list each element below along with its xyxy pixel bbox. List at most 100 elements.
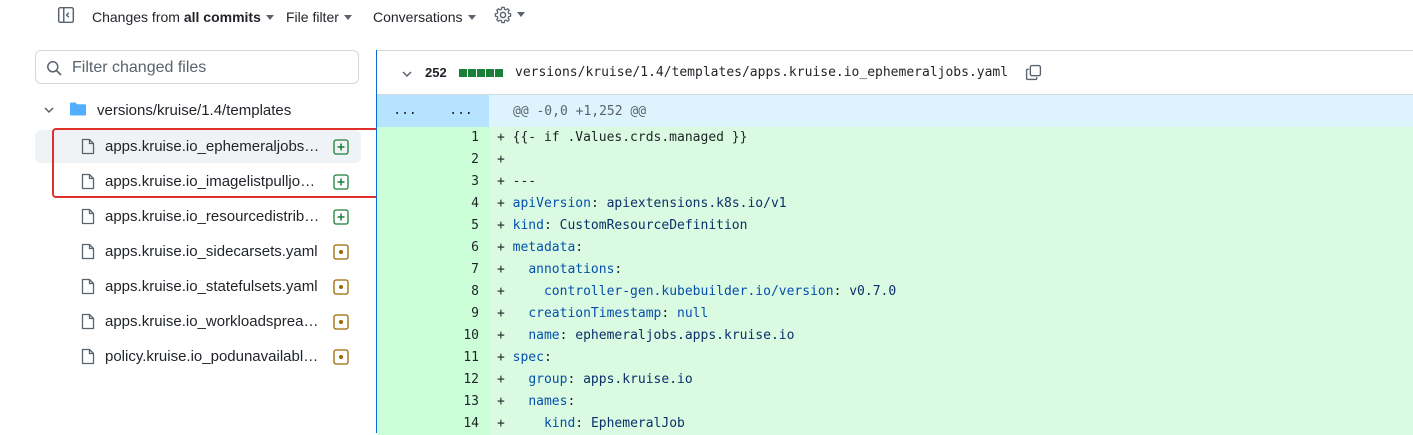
code-token: +	[497, 306, 529, 321]
diff-panel: 252 versions/kruise/1.4/templates/apps.k…	[377, 50, 1413, 435]
code-token: +	[497, 394, 529, 409]
diff-line: 4 + apiVersion: apiextensions.k8s.io/v1	[377, 193, 1413, 215]
file-icon	[81, 173, 95, 190]
file-modified-icon	[333, 279, 349, 295]
sidebar-toggle-icon[interactable]	[57, 6, 75, 24]
caret-down-icon	[265, 15, 274, 20]
code-token: kind	[512, 218, 544, 233]
file-tree-item[interactable]: apps.kruise.io_resourcedistributions.yam…	[35, 200, 361, 233]
chevron-down-icon[interactable]	[43, 104, 55, 116]
line-code: +	[497, 152, 505, 167]
line-code: + kind: EphemeralJob	[497, 416, 685, 431]
code-token: +	[497, 152, 505, 167]
line-number[interactable]: 11	[433, 350, 479, 365]
line-number[interactable]: 4	[433, 196, 479, 211]
old-line-gutter[interactable]	[377, 237, 433, 259]
old-line-gutter[interactable]	[377, 369, 433, 391]
file-tree-item[interactable]: apps.kruise.io_imagelistpulljobs.yaml	[35, 165, 361, 198]
toolbar: Changes from all commits File filter Con…	[0, 0, 1413, 34]
file-icon	[81, 138, 95, 155]
line-number[interactable]: 13	[433, 394, 479, 409]
file-tree-item[interactable]: apps.kruise.io_statefulsets.yaml	[35, 270, 361, 303]
line-number[interactable]: 6	[433, 240, 479, 255]
changes-from-menu[interactable]: Changes from all commits	[92, 9, 274, 25]
old-line-gutter[interactable]	[377, 259, 433, 281]
file-tree-item[interactable]: apps.kruise.io_sidecarsets.yaml	[35, 235, 361, 268]
expand-up-button[interactable]: ...	[377, 95, 433, 127]
old-line-gutter[interactable]	[377, 127, 433, 149]
code-token: v0.7.0	[849, 284, 897, 299]
old-line-gutter[interactable]	[377, 325, 433, 347]
settings-menu[interactable]	[494, 6, 525, 24]
changes-from-label: Changes from	[92, 9, 180, 25]
line-number[interactable]: 5	[433, 218, 479, 233]
file-name: apps.kruise.io_workloadspreads.yaml	[105, 313, 323, 330]
code-token: :	[559, 328, 576, 343]
caret-down-icon	[343, 15, 352, 20]
old-line-gutter[interactable]	[377, 391, 433, 413]
file-modified-icon	[333, 314, 349, 330]
file-tree-item[interactable]: policy.kruise.io_podunavailablebudgets.y…	[35, 340, 361, 373]
file-icon	[81, 208, 95, 225]
diff-line: 2 +	[377, 149, 1413, 171]
code-token: controller-gen.kubebuilder.io/version	[543, 284, 834, 299]
chevron-down-icon[interactable]	[401, 68, 413, 80]
line-number[interactable]: 12	[433, 372, 479, 387]
copy-icon[interactable]	[1025, 64, 1042, 81]
diff-file-path[interactable]: versions/kruise/1.4/templates/apps.kruis…	[515, 65, 1008, 80]
line-number[interactable]: 8	[433, 284, 479, 299]
lines-changed-count: 252	[425, 65, 447, 80]
file-filter-label: File filter	[286, 9, 339, 25]
code-token: +	[497, 240, 513, 255]
code-token: group	[528, 372, 568, 387]
line-number[interactable]: 7	[433, 262, 479, 277]
file-tree-item[interactable]: apps.kruise.io_ephemeraljobs.yaml	[35, 130, 361, 163]
expand-down-button[interactable]: ...	[433, 95, 489, 127]
code-token: +	[497, 372, 529, 387]
filter-files-field[interactable]	[35, 50, 359, 84]
line-number[interactable]: 9	[433, 306, 479, 321]
old-line-gutter[interactable]	[377, 215, 433, 237]
code-token: :	[833, 284, 850, 299]
old-line-gutter[interactable]	[377, 303, 433, 325]
code-token: +	[497, 196, 513, 211]
line-code: + kind: CustomResourceDefinition	[497, 218, 747, 233]
diffstat-bars	[459, 69, 504, 77]
diff-file-header: 252 versions/kruise/1.4/templates/apps.k…	[377, 50, 1413, 95]
line-number[interactable]: 2	[433, 152, 479, 167]
folder-icon	[70, 102, 86, 116]
diff-line: 12 + group: apps.kruise.io	[377, 369, 1413, 391]
code-token: + {{- if .Values.crds.managed }}	[497, 130, 748, 145]
code-token: null	[677, 306, 709, 321]
conversations-menu[interactable]: Conversations	[373, 9, 476, 25]
file-tree-sidebar: versions/kruise/1.4/templates apps.kruis…	[0, 34, 377, 433]
old-line-gutter[interactable]	[377, 413, 433, 435]
line-number[interactable]: 14	[433, 416, 479, 431]
file-added-icon	[333, 174, 349, 190]
code-token: name	[528, 328, 560, 343]
line-number[interactable]: 10	[433, 328, 479, 343]
line-number[interactable]: 1	[433, 130, 479, 145]
diff-line: 5 + kind: CustomResourceDefinition	[377, 215, 1413, 237]
folder-row[interactable]: versions/kruise/1.4/templates	[35, 96, 361, 126]
gear-icon	[494, 7, 512, 24]
file-modified-icon	[333, 244, 349, 260]
diff-line: 9 + creationTimestamp: null	[377, 303, 1413, 325]
search-icon	[47, 61, 62, 76]
line-code: + names:	[497, 394, 575, 409]
file-filter-menu[interactable]: File filter	[286, 9, 352, 25]
old-line-gutter[interactable]	[377, 281, 433, 303]
line-number[interactable]: 3	[433, 174, 479, 189]
file-icon	[81, 348, 95, 365]
file-tree-item[interactable]: apps.kruise.io_workloadspreads.yaml	[35, 305, 361, 338]
old-line-gutter[interactable]	[377, 347, 433, 369]
code-token: + ---	[497, 174, 537, 189]
file-name: apps.kruise.io_sidecarsets.yaml	[105, 243, 318, 260]
old-line-gutter[interactable]	[377, 149, 433, 171]
old-line-gutter[interactable]	[377, 171, 433, 193]
code-token: +	[497, 284, 544, 299]
hunk-header-text: @@ -0,0 +1,252 @@	[513, 104, 647, 119]
filter-files-input[interactable]	[70, 55, 354, 81]
file-name: policy.kruise.io_podunavailablebudgets.y…	[105, 348, 323, 365]
old-line-gutter[interactable]	[377, 193, 433, 215]
